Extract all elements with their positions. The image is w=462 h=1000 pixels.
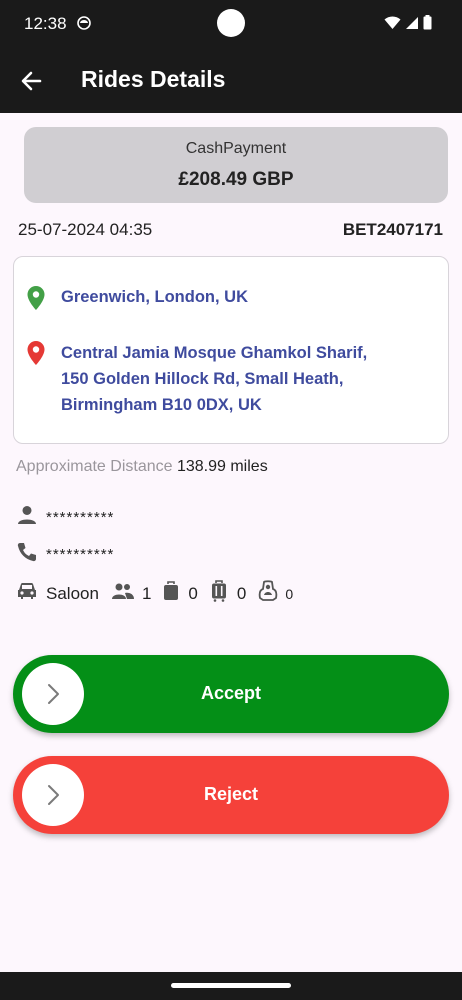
home-gesture-handle[interactable] [171,983,291,988]
car-icon [16,581,38,606]
app-bar: Rides Details [0,47,462,113]
dropoff-address-line: 150 Golden Hillock Rd, Small Heath, [61,370,344,388]
passenger-count: 1 [141,583,152,603]
signal-icon [405,16,419,35]
passenger-name-row: ********** [16,504,114,531]
accept-slider-knob[interactable] [22,663,84,725]
dropoff-location-pin-icon [27,341,45,370]
passenger-phone: ********** [46,546,115,563]
hand-luggage-count: 0 [188,583,198,603]
passenger-name: ********** [46,509,115,526]
reject-slide-button[interactable]: Reject [13,756,449,834]
dropoff-address-line: Central Jamia Mosque Ghamkol Sharif, [61,344,368,362]
ride-datetime: 25-07-2024 04:35 [18,220,153,239]
address-card: Greenwich, London, UK Central Jamia Mosq… [13,256,449,444]
passenger-phone-row: ********** [16,541,114,568]
phone-icon [16,541,38,568]
hand-luggage-icon [163,581,179,606]
reject-slider-knob[interactable] [22,764,84,826]
status-time: 12:38 [24,14,67,33]
child-seat-icon [258,580,278,607]
vehicle-details-row: Saloon 1 0 0 0 [16,580,293,607]
pickup-address: Greenwich, London, UK [61,288,249,306]
person-icon [16,504,38,531]
vehicle-type: Saloon [46,583,99,603]
camera-cutout [217,9,245,37]
status-bar: 12:38 [0,0,462,47]
status-icons [384,15,432,35]
page-title: Rides Details [81,66,226,92]
app-notification-icon [77,16,91,35]
payment-type: CashPayment [185,140,287,157]
wifi-icon [384,15,401,35]
back-arrow-icon[interactable] [18,67,46,95]
battery-icon [423,15,432,35]
distance-label: Approximate Distance [16,458,173,475]
dropoff-address-line: Birmingham B10 0DX, UK [61,396,262,414]
dropoff-address: Central Jamia Mosque Ghamkol Sharif, 150… [61,340,421,418]
approximate-distance: Approximate Distance 138.99 miles [16,458,268,476]
distance-value: 138.99 miles [176,458,268,475]
child-seat-count: 0 [285,585,294,602]
suitcase-count: 0 [236,583,247,603]
ride-reference: BET2407171 [342,220,443,239]
system-navigation-bar [0,972,462,1000]
suitcase-icon [210,580,228,607]
pickup-location-pin-icon [27,286,45,315]
passengers-icon [111,582,135,605]
payment-amount: £208.49 GBP [178,169,294,190]
accept-slide-button[interactable]: Accept [13,655,449,733]
payment-summary-card: CashPayment £208.49 GBP [24,127,448,203]
